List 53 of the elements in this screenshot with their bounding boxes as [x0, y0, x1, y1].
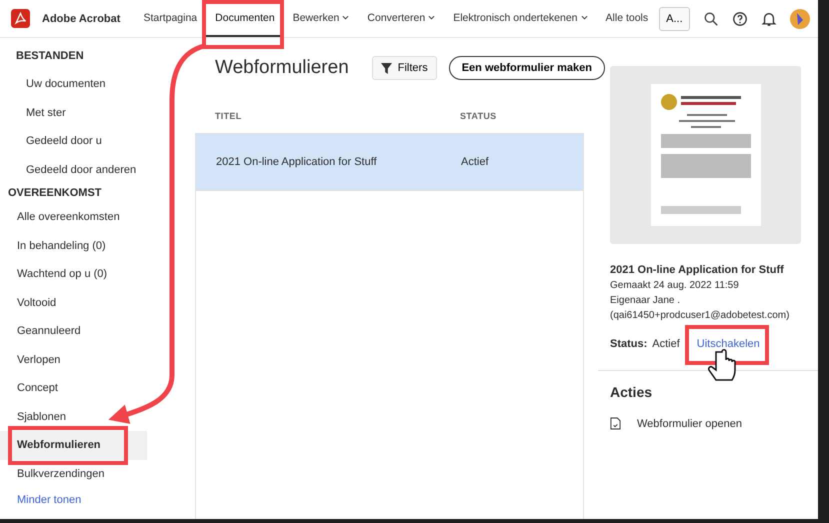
nav-tab[interactable]: Documenten [206, 0, 284, 37]
sidebar-item[interactable]: Uw documenten [0, 70, 156, 98]
sidebar-item[interactable]: Wachtend op u (0) [0, 260, 147, 288]
sidebar-item[interactable]: In behandeling (0) [0, 232, 147, 260]
create-webform-button[interactable]: Een webformulier maken [448, 56, 605, 80]
sidebar-item[interactable]: Verlopen [0, 346, 147, 374]
section-heading: BESTANDEN [15, 49, 85, 64]
caret-icon [428, 15, 436, 20]
status-label: Status: [610, 338, 648, 350]
sidebar-item[interactable]: Gedeeld door u [0, 127, 156, 156]
app-name: Adobe Acrobat [42, 12, 120, 24]
actions-heading: Acties [610, 384, 654, 400]
section-heading: OVEREENKOMST [7, 186, 103, 201]
sidebar-item[interactable]: Voltooid [0, 288, 147, 317]
sidebar-item[interactable]: Webformulieren [0, 431, 147, 460]
table-cell-text: 2021 On-line Application for Stuff [216, 156, 378, 168]
sidebar-item[interactable]: Geannuleerd [0, 317, 147, 346]
hand-cursor-icon [708, 349, 736, 381]
status-value: Actief [652, 338, 680, 350]
sidebar-item[interactable]: Met ster [0, 98, 156, 127]
nav-tab[interactable]: Alle tools [596, 0, 658, 37]
caret-icon [342, 15, 350, 20]
owner-name: Eigenaar Jane . [610, 295, 682, 306]
table-row[interactable]: 2021 On-line Application for Stuff Actief [196, 134, 583, 191]
column-header: STATUS [460, 110, 496, 120]
sidebar-item[interactable]: Concept [0, 374, 147, 402]
nav-tab[interactable]: Elektronisch ondertekenen [444, 0, 597, 37]
action-item[interactable]: Webformulier openen [637, 418, 742, 430]
nav-tab[interactable]: Startpagina [134, 0, 206, 37]
caret-icon [580, 15, 588, 20]
owner-email: (qai61450+prodcuser1@adobetest.com) [610, 310, 790, 321]
show-less-link[interactable]: Minder tonen [0, 494, 195, 506]
sidebar-item[interactable]: Gedeeld door anderen [0, 156, 156, 184]
account-button[interactable]: A... [659, 6, 690, 30]
disable-link[interactable]: Uitschakelen [696, 338, 760, 350]
sidebar-item[interactable]: Alle overeenkomsten [0, 203, 147, 232]
bell-icon[interactable] [760, 10, 777, 26]
search-icon[interactable] [702, 10, 719, 26]
avatar-icon[interactable] [790, 8, 810, 28]
table-cell: Actief [461, 156, 489, 168]
nav-tab[interactable]: Converteren [358, 0, 444, 37]
created-date: Gemaakt 24 aug. 2022 11:59 [610, 280, 740, 291]
acrobat-logo-icon [11, 9, 30, 28]
help-icon[interactable] [732, 10, 748, 26]
page-title: Webformulieren [215, 57, 349, 79]
column-header: TITEL [215, 110, 242, 120]
form-title: 2021 On-line Application for Stuff [610, 264, 785, 276]
nav-tab[interactable]: Bewerken [284, 0, 358, 37]
filters-button[interactable]: Filters [372, 56, 437, 80]
funnel-icon [380, 62, 392, 74]
sidebar-item[interactable]: Bulkverzendingen [0, 460, 147, 488]
sidebar-item[interactable]: Sjablonen [0, 402, 147, 431]
document-check-icon [610, 417, 621, 430]
